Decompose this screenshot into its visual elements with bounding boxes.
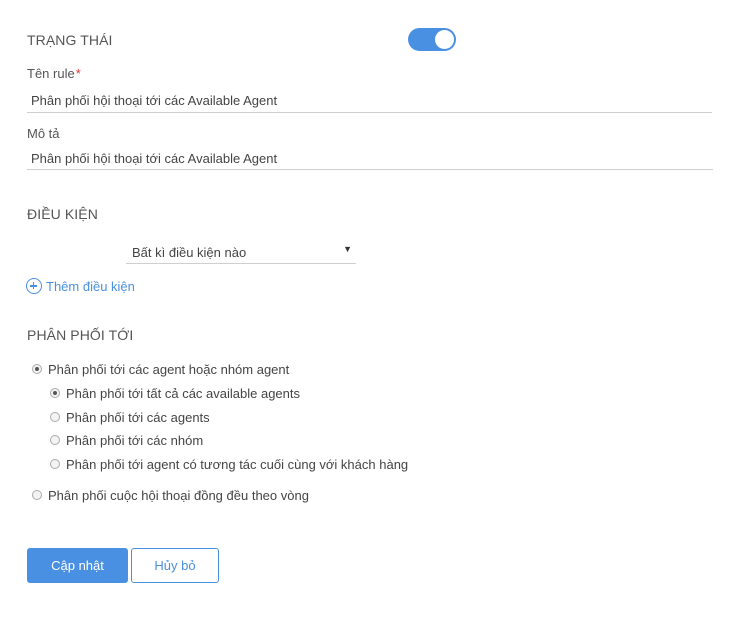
- rule-name-input[interactable]: [27, 92, 712, 113]
- status-label: TRẠNG THÁI: [27, 32, 113, 48]
- chevron-down-icon: ▼: [343, 244, 352, 254]
- radio-label: Phân phối tới các nhóm: [66, 432, 204, 448]
- radio-option-agents-or-groups[interactable]: Phân phối tới các agent hoặc nhóm agent: [32, 360, 289, 378]
- radio-label: Phân phối tới agent có tương tác cuối cù…: [66, 456, 409, 472]
- radio-label: Phân phối tới các agents: [66, 409, 210, 425]
- distribution-label: PHÂN PHỐI TỚI: [27, 327, 134, 343]
- radio-button[interactable]: [50, 388, 60, 398]
- required-mark: *: [75, 66, 81, 81]
- conditions-label: ĐIỀU KIỆN: [27, 206, 98, 222]
- rule-name-label-text: Tên rule: [27, 66, 75, 81]
- rule-name-label: Tên rule*: [27, 66, 81, 81]
- radio-label: Phân phối cuộc hội thoại đồng đều theo v…: [48, 487, 309, 503]
- plus-circle-icon: [26, 278, 42, 294]
- condition-match-select[interactable]: Bất kì điều kiện nào ▼: [126, 242, 356, 264]
- radio-button[interactable]: [32, 364, 42, 374]
- radio-sub-groups[interactable]: Phân phối tới các nhóm: [50, 431, 203, 449]
- description-input[interactable]: [27, 151, 713, 170]
- radio-button[interactable]: [50, 459, 60, 469]
- radio-button[interactable]: [50, 412, 60, 422]
- add-condition-link[interactable]: Thêm điều kiện: [26, 277, 135, 295]
- condition-match-value: Bất kì điều kiện nào: [132, 245, 247, 260]
- radio-sub-agents[interactable]: Phân phối tới các agents: [50, 408, 210, 426]
- radio-option-round-robin[interactable]: Phân phối cuộc hội thoại đồng đều theo v…: [32, 486, 309, 504]
- radio-label: Phân phối tới tất cả các available agent…: [66, 385, 301, 401]
- rule-edit-form: TRẠNG THÁI Tên rule* Mô tả ĐIỀU KIỆN Bất…: [0, 0, 745, 622]
- radio-label: Phân phối tới các agent hoặc nhóm agent: [48, 361, 290, 377]
- add-condition-label: Thêm điều kiện: [46, 278, 135, 294]
- status-toggle[interactable]: [408, 28, 456, 51]
- radio-sub-all-available[interactable]: Phân phối tới tất cả các available agent…: [50, 384, 300, 402]
- radio-sub-last-agent[interactable]: Phân phối tới agent có tương tác cuối cù…: [50, 455, 408, 473]
- toggle-knob: [435, 30, 454, 49]
- update-button[interactable]: Cập nhật: [27, 548, 128, 583]
- description-label: Mô tả: [27, 126, 60, 141]
- cancel-button[interactable]: Hủy bỏ: [131, 548, 219, 583]
- radio-button[interactable]: [50, 435, 60, 445]
- radio-button[interactable]: [32, 490, 42, 500]
